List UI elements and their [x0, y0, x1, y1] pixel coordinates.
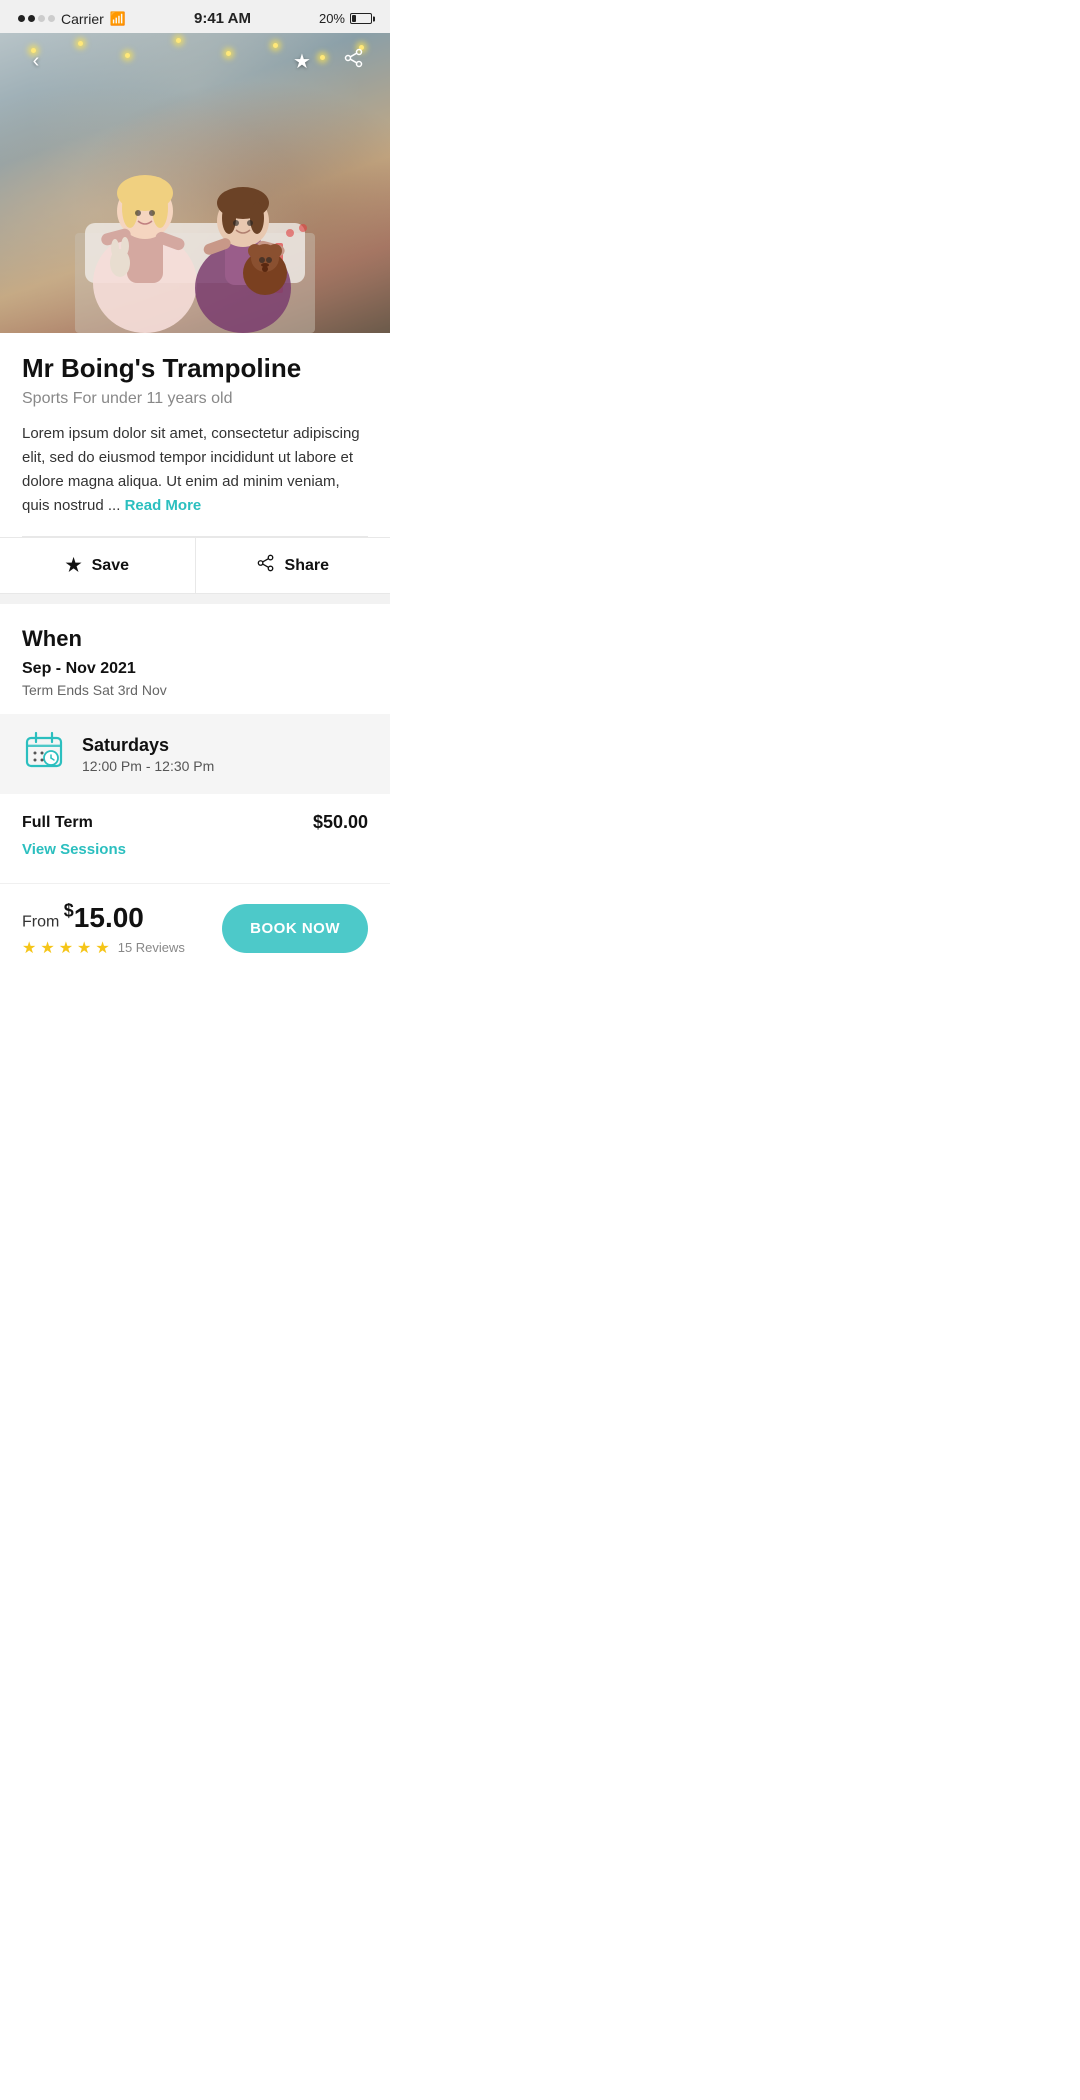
- schedule-card: Saturdays 12:00 Pm - 12:30 Pm: [0, 714, 390, 794]
- status-left: Carrier 📶: [18, 11, 126, 27]
- star-2: ★: [40, 938, 54, 958]
- back-icon: ‹: [33, 50, 40, 73]
- pricing-label: Full Term: [22, 814, 93, 832]
- when-heading: When: [22, 626, 368, 652]
- clock: 9:41 AM: [194, 10, 251, 27]
- section-separator-1: [0, 594, 390, 604]
- read-more-link[interactable]: Read More: [125, 497, 202, 514]
- star-1: ★: [22, 938, 36, 958]
- date-range: Sep - Nov 2021: [22, 660, 368, 678]
- star-3: ★: [59, 938, 73, 958]
- schedule-time: 12:00 Pm - 12:30 Pm: [82, 758, 214, 774]
- activity-title: Mr Boing's Trampoline: [22, 353, 368, 384]
- signal-dots: [18, 15, 55, 22]
- battery-fill: [352, 15, 356, 22]
- battery-body: [350, 13, 372, 24]
- price-value: 15.00: [74, 902, 144, 933]
- star-icon: ★: [293, 49, 311, 74]
- battery-icon: [350, 13, 372, 24]
- view-sessions-link[interactable]: View Sessions: [22, 841, 126, 858]
- share-action-icon: [257, 554, 275, 577]
- share-icon: [344, 48, 364, 74]
- stars-row: ★ ★ ★ ★ ★ 15 Reviews: [22, 938, 185, 958]
- reviews-count: 15 Reviews: [118, 940, 185, 955]
- share-button[interactable]: Share: [196, 538, 391, 593]
- share-hero-button[interactable]: [336, 43, 372, 79]
- save-label: Save: [92, 557, 129, 575]
- calendar-clock-icon: [24, 730, 64, 779]
- signal-dot-1: [18, 15, 25, 22]
- back-button[interactable]: ‹: [18, 43, 54, 79]
- from-price-wrap: From $15.00 ★ ★ ★ ★ ★ 15 Reviews: [22, 900, 185, 957]
- star-5: ★: [95, 938, 109, 958]
- bottom-bar: From $15.00 ★ ★ ★ ★ ★ 15 Reviews BOOK NO…: [0, 883, 390, 981]
- carrier-label: Carrier: [61, 11, 104, 27]
- wifi-icon: 📶: [110, 11, 126, 27]
- signal-dot-2: [28, 15, 35, 22]
- from-label: From: [22, 914, 59, 931]
- hero-image: ‹ ★: [0, 33, 390, 333]
- star-4: ★: [77, 938, 91, 958]
- save-button[interactable]: ★ Save: [0, 538, 196, 593]
- signal-dot-3: [38, 15, 45, 22]
- schedule-day: Saturdays: [82, 735, 214, 756]
- hero-nav: ‹ ★: [0, 43, 390, 79]
- status-right: 20%: [319, 11, 372, 26]
- pricing-section: Full Term $50.00 View Sessions: [0, 794, 390, 875]
- activity-description: Lorem ipsum dolor sit amet, consectetur …: [22, 422, 368, 518]
- schedule-icon-wrap: [22, 732, 66, 776]
- activity-subtitle: Sports For under 11 years old: [22, 390, 368, 408]
- from-amount: $15.00: [64, 902, 144, 933]
- term-end: Term Ends Sat 3rd Nov: [22, 682, 368, 698]
- hero-nav-right: ★: [284, 43, 372, 79]
- save-star-icon: ★: [65, 555, 81, 576]
- main-content: Mr Boing's Trampoline Sports For under 1…: [0, 333, 390, 537]
- from-price-line: From $15.00: [22, 900, 185, 933]
- when-section: When Sep - Nov 2021 Term Ends Sat 3rd No…: [0, 604, 390, 714]
- pricing-amount: $50.00: [313, 812, 368, 833]
- hero-children-svg: [55, 73, 335, 333]
- share-label: Share: [285, 557, 329, 575]
- schedule-info: Saturdays 12:00 Pm - 12:30 Pm: [82, 735, 214, 774]
- status-bar: Carrier 📶 9:41 AM 20%: [0, 0, 390, 33]
- action-row: ★ Save Share: [0, 537, 390, 594]
- pricing-row: Full Term $50.00: [22, 812, 368, 833]
- signal-dot-4: [48, 15, 55, 22]
- book-now-button[interactable]: BOOK NOW: [222, 904, 368, 953]
- battery-percent: 20%: [319, 11, 345, 26]
- save-hero-button[interactable]: ★: [284, 43, 320, 79]
- currency-symbol: $: [64, 900, 74, 920]
